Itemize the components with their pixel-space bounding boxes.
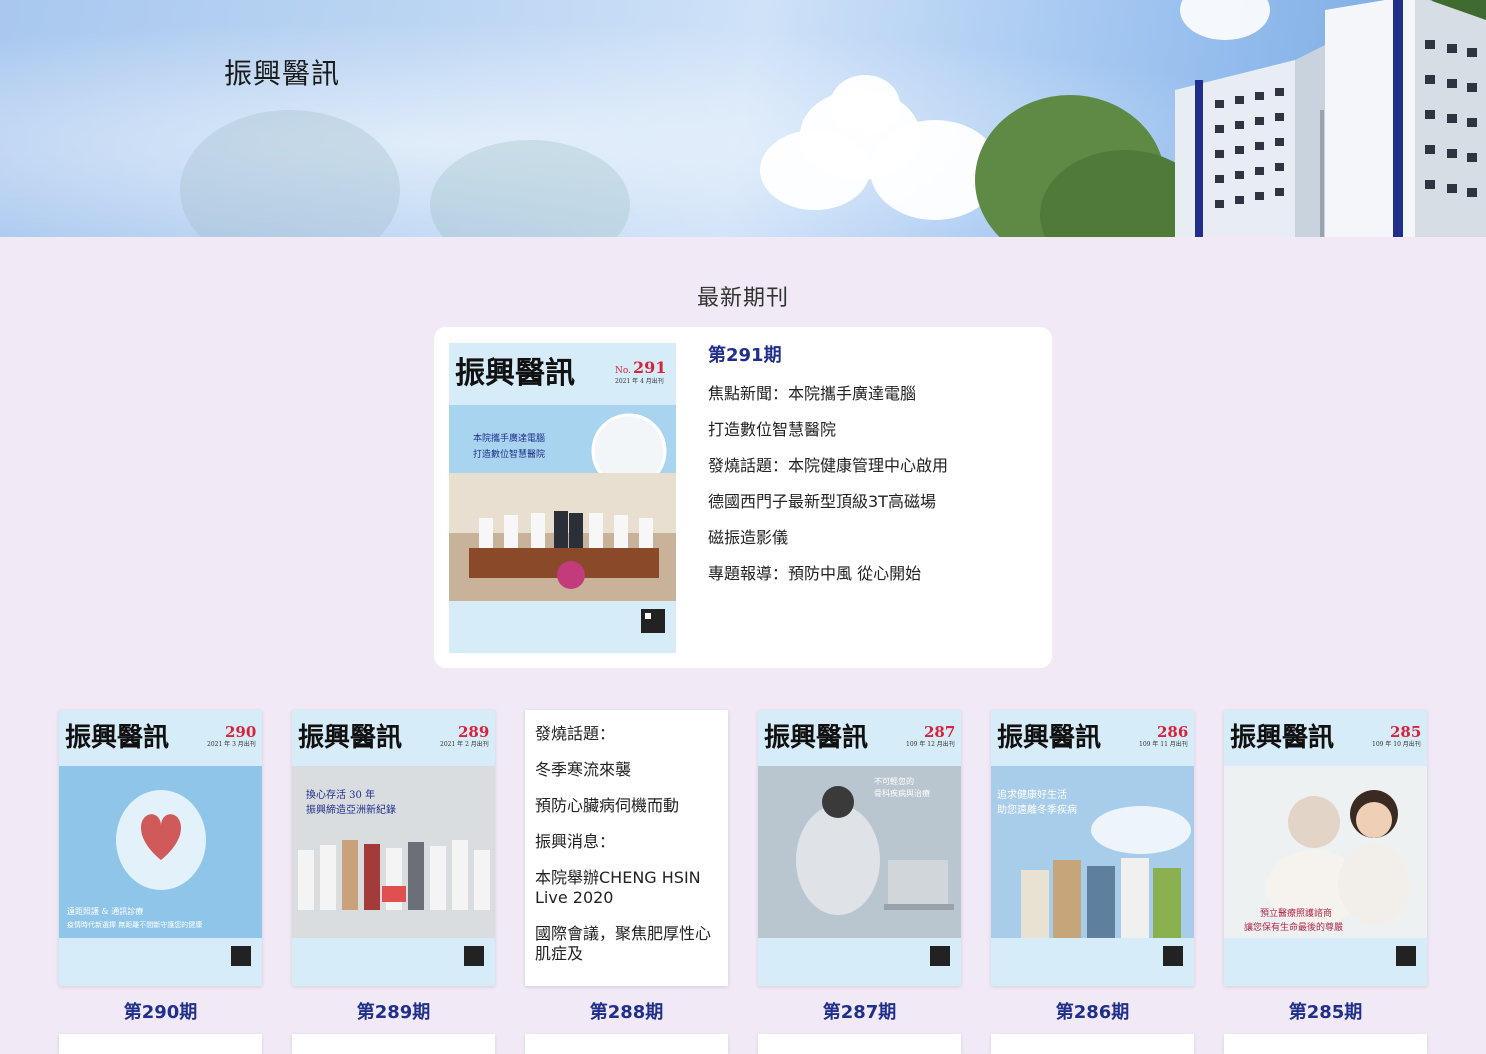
featured-line: 焦點新聞：本院攜手廣達電腦	[708, 383, 917, 403]
cover-no: 291	[633, 358, 666, 377]
cover-no-prefix: No.	[615, 366, 631, 376]
issue-card-next-row[interactable]	[59, 1034, 262, 1054]
cover-qr-code	[1163, 946, 1183, 966]
cover-qr-code	[930, 946, 950, 966]
summary-line: 國際會議，聚焦肥厚性心肌症及	[535, 924, 712, 963]
cover-headline-2: 疫情時代新選擇 無距離不間斷守護您的健康	[67, 920, 202, 929]
issue-card-next-row[interactable]	[525, 1034, 728, 1054]
section-title-latest: 最新期刊	[696, 286, 789, 311]
issue-cover-285[interactable]: 振興醫訊 285 109 年 10 月出刊 預立醫療照護諮商 讓您保有生命最後的…	[1224, 710, 1427, 986]
issue-cover-289[interactable]: 振興醫訊 289 2021 年 2 月出刊 換心存活 30 年 振興締造亞洲新紀…	[292, 710, 495, 986]
featured-issue-cover[interactable]: 振興醫訊 No. 291 2021 年 4 月出刊 本院攜手廣達電腦 打造數位智…	[449, 343, 676, 653]
issue-cover-290[interactable]: 振興醫訊 290 2021 年 3 月出刊 遠距照護 & 通訊診療 疫情時代新選…	[59, 710, 262, 986]
issue-card-287[interactable]: 振興醫訊 287 109 年 12 月出刊 不可輕忽的 骨科疾病與治療 第287…	[758, 710, 961, 1024]
featured-issue-number[interactable]: 第291期	[708, 345, 1038, 367]
featured-issue-info: 第291期 焦點新聞：本院攜手廣達電腦 打造數位智慧醫院 發燒話題：本院健康管理…	[708, 345, 1038, 599]
cover-no: 286	[1157, 723, 1188, 741]
cover-no: 287	[924, 723, 955, 741]
featured-line: 專題報導：預防中風 從心開始	[708, 563, 922, 583]
summary-line: 發燒話題：	[535, 724, 616, 743]
cover-masthead: 振興醫訊	[1230, 722, 1334, 753]
cover-headline-2: 讓您保有生命最後的尊嚴	[1244, 921, 1343, 933]
cover-masthead: 振興醫訊	[455, 356, 575, 391]
cover-headline-1: 追求健康好生活	[997, 788, 1067, 801]
summary-line: 冬季寒流來襲	[535, 760, 632, 779]
issue-card-286[interactable]: 振興醫訊 286 109 年 11 月出刊 追求健康好生活 助您遠離冬季疾病 第…	[991, 710, 1194, 1024]
cover-headline-1: 不可輕忽的	[874, 776, 914, 786]
issue-label[interactable]: 第286期	[991, 998, 1194, 1024]
featured-line: 德國西門子最新型頂級3T高磁場	[708, 491, 936, 511]
cover-headline-2: 振興締造亞洲新紀錄	[306, 803, 396, 816]
cover-headline-1: 遠距照護 & 通訊診療	[67, 906, 143, 916]
cover-family-photo	[1021, 858, 1181, 938]
issue-card-next-row[interactable]	[991, 1034, 1194, 1054]
cover-headline-2: 骨科疾病與治療	[874, 788, 930, 798]
summary-line: 預防心臟病伺機而動	[535, 796, 680, 815]
featured-line: 打造數位智慧醫院	[708, 419, 837, 439]
featured-line: 磁振造影儀	[708, 527, 789, 547]
cover-headline-1: 換心存活 30 年	[306, 788, 375, 801]
issue-label[interactable]: 第287期	[758, 998, 961, 1024]
cover-masthead: 振興醫訊	[764, 722, 868, 753]
cover-no: 285	[1390, 723, 1421, 741]
cover-qr-code	[1396, 946, 1416, 966]
issue-card-285[interactable]: 振興醫訊 285 109 年 10 月出刊 預立醫療照護諮商 讓您保有生命最後的…	[1224, 710, 1427, 1024]
summary-line: 本院舉辦CHENG HSIN Live 2020	[535, 868, 701, 907]
cover-headline-2: 打造數位智慧醫院	[473, 448, 545, 460]
issue-card-288[interactable]: 發燒話題： 冬季寒流來襲 預防心臟病伺機而動 振興消息： 本院舉辦CHENG H…	[525, 710, 728, 1024]
featured-issue-card[interactable]: 振興醫訊 No. 291 2021 年 4 月出刊 本院攜手廣達電腦 打造數位智…	[434, 327, 1052, 668]
cloud	[760, 130, 870, 210]
cover-no: 289	[458, 723, 489, 741]
cover-masthead: 振興醫訊	[65, 722, 169, 753]
cover-masthead: 振興醫訊	[298, 722, 402, 753]
cover-date: 2021 年 4 月出刊	[615, 377, 664, 385]
cover-qr-code	[231, 946, 251, 966]
cover-date: 2021 年 3 月出刊	[207, 740, 256, 748]
issue-card-290[interactable]: 振興醫訊 290 2021 年 3 月出刊 遠距照護 & 通訊診療 疫情時代新選…	[59, 710, 262, 1024]
cloud	[830, 75, 900, 135]
cover-masthead: 振興醫訊	[997, 722, 1101, 753]
cover-qr-code	[464, 946, 484, 966]
cover-headline-1: 本院攜手廣達電腦	[473, 432, 545, 444]
summary-line: 振興消息：	[535, 832, 616, 851]
cover-no: 290	[225, 723, 256, 741]
issue-label[interactable]: 第285期	[1224, 998, 1427, 1024]
issue-card-next-row[interactable]	[292, 1034, 495, 1054]
issue-card-289[interactable]: 振興醫訊 289 2021 年 2 月出刊 換心存活 30 年 振興締造亞洲新紀…	[292, 710, 495, 1024]
issue-cover-287[interactable]: 振興醫訊 287 109 年 12 月出刊 不可輕忽的 骨科疾病與治療	[758, 710, 961, 986]
cover-date: 109 年 11 月出刊	[1139, 740, 1188, 748]
issue-label[interactable]: 第290期	[59, 998, 262, 1024]
cover-date: 2021 年 2 月出刊	[440, 740, 489, 748]
cover-date: 109 年 12 月出刊	[906, 740, 955, 748]
hero-banner: 振興醫訊	[0, 0, 1486, 237]
issue-card-next-row[interactable]	[758, 1034, 961, 1054]
issue-label[interactable]: 第289期	[292, 998, 495, 1024]
page-title: 振興醫訊	[224, 57, 341, 90]
cover-headline-1: 預立醫療照護諮商	[1260, 907, 1332, 919]
cover-headline-2: 助您遠離冬季疾病	[997, 803, 1077, 816]
issue-cover-286[interactable]: 振興醫訊 286 109 年 11 月出刊 追求健康好生活 助您遠離冬季疾病	[991, 710, 1194, 986]
cover-qr-code	[641, 609, 665, 633]
cover-group-photo	[298, 840, 490, 910]
issue-label[interactable]: 第288期	[525, 998, 728, 1024]
issue-card-next-row[interactable]	[1224, 1034, 1427, 1054]
hospital-building	[1175, 0, 1486, 237]
featured-line: 發燒話題：本院健康管理中心啟用	[708, 455, 949, 475]
cover-date: 109 年 10 月出刊	[1372, 740, 1421, 748]
issue-summary-288[interactable]: 發燒話題： 冬季寒流來襲 預防心臟病伺機而動 振興消息： 本院舉辦CHENG H…	[525, 710, 728, 986]
